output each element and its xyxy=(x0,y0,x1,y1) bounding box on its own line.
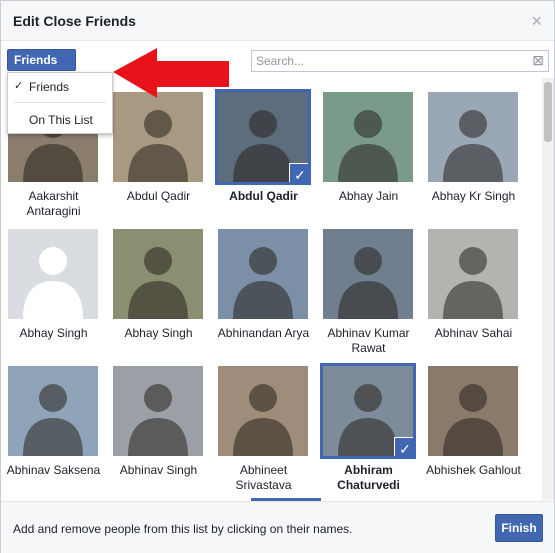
friend-photo xyxy=(113,92,203,182)
friend-photo xyxy=(113,366,203,456)
friend-photo xyxy=(8,366,98,456)
friend-name[interactable]: Abdul Qadir xyxy=(106,189,211,204)
friends-filter-label: Friends xyxy=(14,53,58,67)
dropdown-item-friends[interactable]: ✓ Friends xyxy=(8,76,112,98)
dialog-footer: Add and remove people from this list by … xyxy=(1,501,554,553)
friend-cell[interactable]: ✓ Abhiram Chaturvedi xyxy=(316,352,421,492)
friend-photo xyxy=(428,366,518,456)
friend-cell[interactable]: Abhinandan Arya xyxy=(211,215,316,352)
friend-photo xyxy=(218,366,308,456)
edit-close-friends-dialog: Edit Close Friends × Friends ⊠ ✓ Friends… xyxy=(0,0,555,553)
friends-filter-button[interactable]: Friends xyxy=(7,49,76,78)
person-silhouette-icon xyxy=(23,247,83,319)
friend-cell[interactable]: Abhay Kr Singh xyxy=(421,78,526,215)
friend-name[interactable]: Abhay Kr Singh xyxy=(421,189,526,204)
friends-filter-dropdown: ✓ Friends On This List xyxy=(7,72,113,134)
close-icon[interactable]: × xyxy=(531,11,542,32)
friend-photo xyxy=(323,92,413,182)
dropdown-item-on-this-list[interactable]: On This List xyxy=(8,109,112,131)
friend-name[interactable]: Abhinav Singh xyxy=(106,463,211,478)
dropdown-item-label: Friends xyxy=(29,80,70,94)
friend-photo xyxy=(428,92,518,182)
friend-name[interactable]: Abhinandan Arya xyxy=(211,326,316,341)
friend-name[interactable]: Abhishek Gahlout xyxy=(421,463,526,478)
friend-photo xyxy=(218,229,308,319)
friend-name[interactable]: Abhinav Sahai xyxy=(421,326,526,341)
scrollbar-thumb[interactable] xyxy=(544,82,552,142)
friend-name[interactable]: Abhiram Chaturvedi xyxy=(316,463,421,493)
friend-name[interactable]: Abhay Jain xyxy=(316,189,421,204)
search-box: ⊠ xyxy=(251,50,549,72)
friend-photo xyxy=(428,229,518,319)
friend-cell[interactable]: Abhinav Singh xyxy=(106,352,211,489)
red-arrow-annotation-icon xyxy=(113,48,229,98)
footer-hint: Add and remove people from this list by … xyxy=(13,522,353,536)
friend-cell[interactable]: Abhay Singh xyxy=(106,215,211,352)
friend-name[interactable]: Abhinav Saksena xyxy=(1,463,106,478)
person-silhouette-icon xyxy=(338,110,398,182)
friend-cell[interactable]: Abhineet Srivastava xyxy=(211,352,316,492)
person-silhouette-icon xyxy=(23,384,83,456)
person-silhouette-icon xyxy=(233,384,293,456)
friend-name[interactable]: Abhineet Srivastava xyxy=(211,463,316,493)
friend-name[interactable]: Abhay Singh xyxy=(106,326,211,341)
checkmark-icon: ✓ xyxy=(14,80,24,92)
person-silhouette-icon xyxy=(233,247,293,319)
person-silhouette-icon xyxy=(338,247,398,319)
friend-photo: ✓ xyxy=(320,363,416,459)
friend-photo xyxy=(323,229,413,319)
dropdown-divider xyxy=(14,102,106,103)
person-silhouette-icon xyxy=(443,384,503,456)
selected-check-icon: ✓ xyxy=(289,163,308,182)
grid-scrollbar[interactable] xyxy=(542,78,554,500)
friend-photo: ✓ xyxy=(215,89,311,185)
dropdown-item-label: On This List xyxy=(29,113,93,127)
friend-name[interactable]: Abdul Qadir xyxy=(211,189,316,204)
person-silhouette-icon xyxy=(128,110,188,182)
friend-photo xyxy=(113,229,203,319)
friends-grid: Aakarshit Antaragini Abdul Qadir ✓ Abdul Qa… xyxy=(1,78,541,500)
dialog-header: Edit Close Friends × xyxy=(1,1,554,41)
friend-name[interactable]: Abhay Singh xyxy=(1,326,106,341)
finish-button[interactable]: Finish xyxy=(495,514,543,542)
search-clear-icon[interactable]: ⊠ xyxy=(532,52,544,69)
friend-cell[interactable]: Abhinav Saksena xyxy=(1,352,106,489)
friend-cell[interactable]: Abhinav Kumar Rawat xyxy=(316,215,421,355)
person-silhouette-icon xyxy=(443,247,503,319)
person-silhouette-icon xyxy=(128,247,188,319)
friend-cell[interactable]: Abhay Singh xyxy=(1,215,106,352)
default-avatar-icon xyxy=(8,229,98,319)
person-silhouette-icon xyxy=(443,110,503,182)
dialog-title: Edit Close Friends xyxy=(13,13,136,29)
friend-cell[interactable]: Abhishek Gahlout xyxy=(421,352,526,489)
person-silhouette-icon xyxy=(128,384,188,456)
selected-check-icon: ✓ xyxy=(394,437,413,456)
friend-cell[interactable]: Abhinav Sahai xyxy=(421,215,526,352)
search-input[interactable] xyxy=(252,51,532,71)
friend-cell[interactable]: Abhay Jain xyxy=(316,78,421,215)
